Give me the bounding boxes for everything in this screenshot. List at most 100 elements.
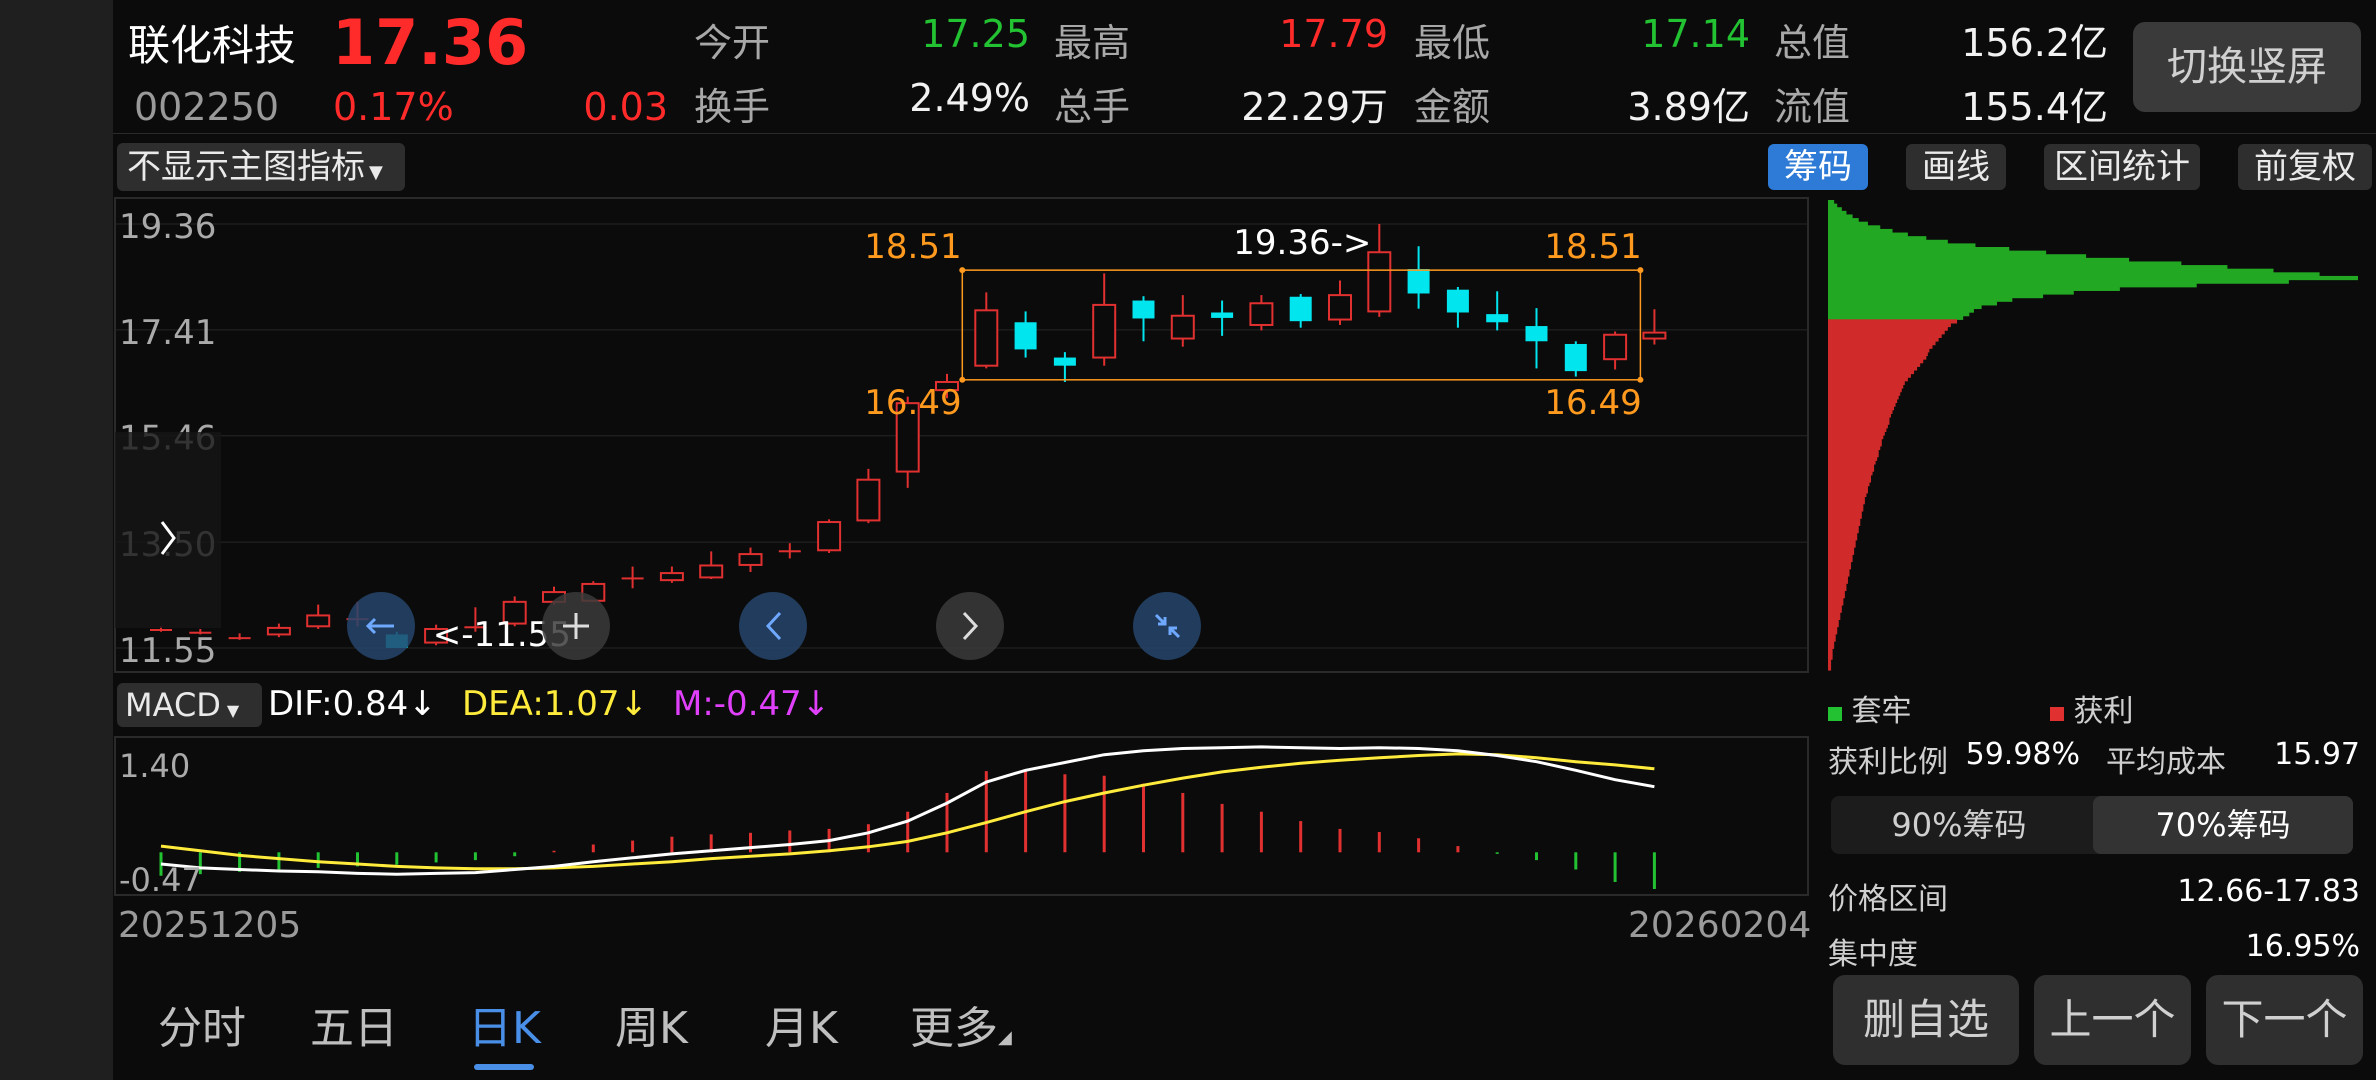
chip-bar — [1828, 579, 1848, 584]
candle-body — [1603, 333, 1628, 361]
chip-bar — [1828, 225, 1881, 230]
market-cap-value: 156.2亿 — [1961, 21, 2108, 65]
tab-monthly-k[interactable]: 月K — [765, 992, 838, 1056]
chip-bar — [1828, 322, 1951, 328]
chip-bar — [1828, 651, 1833, 657]
candle-body — [1328, 294, 1352, 321]
chip-bar — [1828, 380, 1905, 385]
macd-select[interactable]: MACD ▼ — [117, 683, 262, 727]
tab-daily-k[interactable]: 日K — [468, 992, 541, 1056]
chips-70-option[interactable]: 70%筹码 — [2093, 796, 2353, 854]
previous-button[interactable]: 上一个 — [2034, 975, 2191, 1065]
stock-code: 002250 — [134, 85, 280, 129]
stock-name: 联化科技 — [128, 21, 297, 70]
fit-width-icon[interactable] — [347, 592, 415, 660]
scroll-left-icon[interactable] — [739, 592, 807, 660]
tab-more[interactable]: 更多◢ — [910, 992, 1012, 1056]
low-label: 最低 — [1414, 21, 1491, 65]
chip-bar — [1828, 500, 1865, 505]
chip-bar — [1828, 518, 1861, 523]
scroll-right-icon[interactable] — [936, 592, 1004, 660]
chip-bar — [1828, 543, 1856, 548]
chip-bar — [1828, 265, 2228, 270]
chip-bar — [1828, 398, 1898, 404]
adjust-button[interactable]: 前复权 — [2238, 144, 2372, 190]
tab-five-day[interactable]: 五日 — [310, 992, 398, 1056]
float-cap-label: 流值 — [1774, 85, 1851, 129]
chip-bar — [1828, 391, 1901, 396]
chip-bar — [1828, 449, 1879, 454]
profit-legend-label: 获利 — [2073, 694, 2134, 729]
chip-bar — [1828, 377, 1908, 382]
chip-bar — [1828, 637, 1836, 642]
chip-bar — [1828, 478, 1872, 483]
chip-bar — [1828, 207, 1842, 212]
change-amount: 0.03 — [583, 85, 668, 129]
chip-bar — [1828, 655, 1833, 660]
draw-line-button[interactable]: 画线 — [1906, 144, 2006, 190]
candle-body — [1642, 331, 1667, 340]
switch-portrait-button[interactable]: 切换竖屏 — [2133, 22, 2361, 112]
chips-90-option[interactable]: 90%筹码 — [1831, 796, 2087, 854]
collapse-icon[interactable] — [1133, 592, 1201, 660]
chip-bar — [1828, 529, 1859, 534]
candlestick-chart[interactable]: 19.3617.4115.4613.5011.55 18.51 18.51 16… — [113, 196, 1810, 674]
zoom-in-icon[interactable] — [542, 592, 610, 660]
chip-bar — [1828, 351, 1928, 357]
chip-bar — [1828, 250, 2047, 255]
candle-body — [738, 553, 763, 566]
chip-bar — [1828, 366, 1918, 371]
profit-ratio-value: 59.98% — [1965, 737, 2080, 772]
candle-body — [266, 626, 291, 636]
main-indicator-select[interactable]: 不显示主图指标 ▼ — [117, 143, 405, 191]
chip-bar — [1828, 413, 1891, 418]
turnover-label: 换手 — [694, 85, 771, 129]
chip-bar — [1828, 369, 1915, 375]
chip-bar — [1828, 648, 1833, 653]
chip-bar — [1828, 554, 1853, 559]
macd-chart: 1.40 -0.47 — [114, 736, 1809, 897]
max-price-label: 19.36-> — [1233, 223, 1371, 263]
chip-bar — [1828, 489, 1868, 494]
tab-more-label: 更多 — [910, 1003, 998, 1054]
chip-bar — [1828, 463, 1875, 469]
chip-bar — [1828, 532, 1858, 537]
candle-body — [1289, 296, 1312, 322]
tab-weekly-k[interactable]: 周K — [615, 992, 688, 1056]
candle-body — [1564, 343, 1587, 372]
chip-bar — [1828, 565, 1852, 570]
chips-button[interactable]: 筹码 — [1768, 144, 1868, 190]
next-button[interactable]: 下一个 — [2206, 975, 2363, 1065]
macd-dif-value: DIF:0.84↓ — [268, 684, 437, 724]
candle-body — [699, 564, 724, 579]
tab-intraday[interactable]: 分时 — [158, 992, 246, 1056]
chip-bar — [1828, 514, 1862, 519]
amount-label: 金额 — [1414, 85, 1491, 129]
range-stats-button[interactable]: 区间统计 — [2044, 144, 2200, 190]
y-tick-label: 11.55 — [119, 631, 216, 671]
header-divider — [113, 133, 2376, 134]
avg-cost-value: 15.97 — [2274, 737, 2360, 772]
chip-bar — [1828, 583, 1847, 588]
chip-bar — [1828, 453, 1879, 458]
chip-bar — [1828, 630, 1838, 635]
candle-body — [1446, 289, 1469, 313]
chip-bar — [1828, 641, 1835, 646]
chip-bar — [1828, 272, 2320, 277]
chip-bar — [1828, 496, 1865, 501]
chip-bar — [1828, 550, 1855, 555]
remove-watchlist-button[interactable]: 删自选 — [1833, 975, 2019, 1065]
chip-bar — [1828, 333, 1942, 338]
chip-bar — [1828, 561, 1852, 566]
chip-bar — [1828, 510, 1862, 516]
chip-bar — [1828, 326, 1948, 331]
volume-value: 22.29万 — [1241, 85, 1388, 129]
down-arrow-icon: ↓ — [408, 684, 437, 724]
dif-value: DIF:0.84 — [268, 684, 409, 724]
chip-bar — [1828, 406, 1895, 411]
dropdown-caret-icon: ▼ — [226, 701, 240, 720]
macd-y-top: 1.40 — [119, 747, 190, 785]
chip-bar — [1828, 214, 1853, 219]
chip-bar — [1828, 485, 1868, 490]
chip-bar — [1828, 420, 1890, 425]
